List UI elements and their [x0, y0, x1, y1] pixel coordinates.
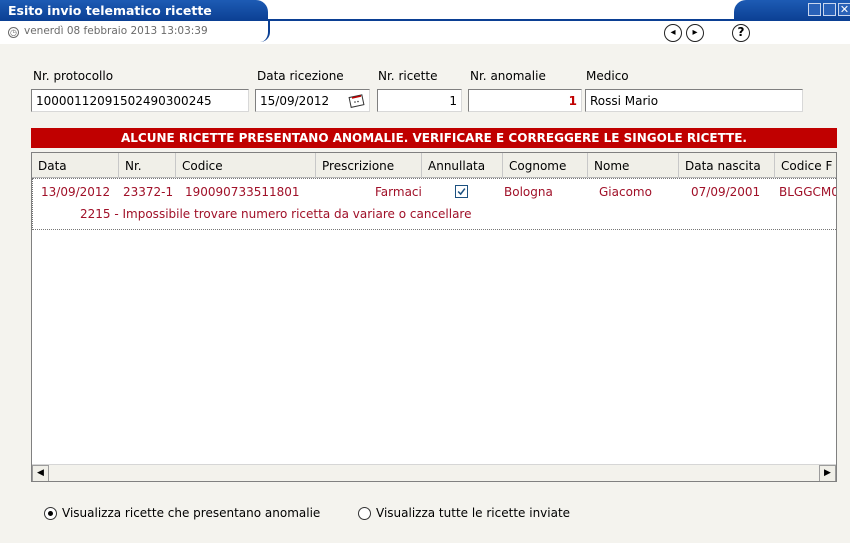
datetime-bar: ◷ venerdì 08 febbraio 2013 13:03:39 [0, 21, 270, 42]
minimize-button[interactable] [808, 3, 821, 16]
protocollo-label: Nr. protocollo [33, 69, 114, 83]
ricette-table: Data Nr. Codice Prescrizione Annullata C… [31, 152, 837, 482]
nr-anomalie-label: Nr. anomalie [470, 69, 546, 83]
help-icon[interactable]: ? [732, 24, 750, 42]
column-header-cognome[interactable]: Cognome [503, 153, 588, 178]
title-bar-gap [268, 0, 734, 21]
nr-ricette-label: Nr. ricette [378, 69, 438, 83]
table-header: Data Nr. Codice Prescrizione Annullata C… [32, 153, 836, 178]
close-button[interactable]: ✕ [838, 3, 850, 16]
scroll-left-icon[interactable]: ◀ [32, 465, 49, 481]
column-header-codice-fiscale[interactable]: Codice F [775, 153, 836, 178]
horizontal-scrollbar[interactable]: ◀ ▶ [32, 464, 836, 481]
data-ricezione-label: Data ricezione [257, 69, 344, 83]
radio-anomalie-label: Visualizza ricette che presentano anomal… [62, 506, 321, 520]
cell-cognome: Bologna [504, 185, 553, 199]
maximize-button[interactable] [823, 3, 836, 16]
window-title: Esito invio telematico ricette [0, 0, 268, 21]
cell-nr: 23372-1 [123, 185, 174, 199]
clock-icon: ◷ [8, 27, 19, 38]
title-bar: Esito invio telematico ricette ✕ ◷ venerd… [0, 0, 850, 44]
nr-ricette-field[interactable]: 1 [377, 89, 462, 112]
scroll-right-icon[interactable]: ▶ [819, 465, 836, 481]
medico-label: Medico [586, 69, 629, 83]
column-header-codice[interactable]: Codice [176, 153, 316, 178]
data-ricezione-value: 15/09/2012 [260, 94, 330, 108]
radio-tutte-label: Visualizza tutte le ricette inviate [376, 506, 571, 520]
next-icon[interactable]: ▸ [686, 24, 704, 42]
cell-codice-fiscale: BLGGCM0 [779, 185, 837, 199]
nr-anomalie-field[interactable]: 1 [468, 89, 582, 112]
anomaly-alert-banner: ALCUNE RICETTE PRESENTANO ANOMALIE. VERI… [31, 128, 837, 148]
protocollo-field[interactable]: 10000112091502490300245 [31, 89, 249, 112]
calendar-icon[interactable] [348, 93, 366, 108]
column-header-prescrizione[interactable]: Prescrizione [316, 153, 422, 178]
cell-nome: Giacomo [599, 185, 652, 199]
cell-data-nascita: 07/09/2001 [691, 185, 761, 199]
previous-icon[interactable]: ◂ [664, 24, 682, 42]
data-ricezione-field[interactable]: 15/09/2012 [255, 89, 370, 112]
cell-codice: 190090733511801 [185, 185, 300, 199]
window-controls: ✕ [734, 0, 850, 21]
row-error-message: 2215 - Impossibile trovare numero ricett… [80, 207, 472, 221]
column-header-nr[interactable]: Nr. [119, 153, 176, 178]
column-header-data[interactable]: Data [32, 153, 119, 178]
column-header-data-nascita[interactable]: Data nascita [679, 153, 775, 178]
cell-data: 13/09/2012 [41, 185, 111, 199]
datetime-text: venerdì 08 febbraio 2013 13:03:39 [24, 25, 208, 37]
column-header-nome[interactable]: Nome [588, 153, 679, 178]
radio-anomalie[interactable] [44, 507, 57, 520]
table-row[interactable]: 13/09/2012 23372-1 190090733511801 Farma… [32, 178, 837, 230]
column-header-annullata[interactable]: Annullata [422, 153, 503, 178]
medico-field[interactable]: Rossi Mario [585, 89, 803, 112]
annullata-checkbox[interactable] [455, 185, 468, 198]
radio-tutte[interactable] [358, 507, 371, 520]
cell-prescrizione: Farmaci [375, 185, 422, 199]
